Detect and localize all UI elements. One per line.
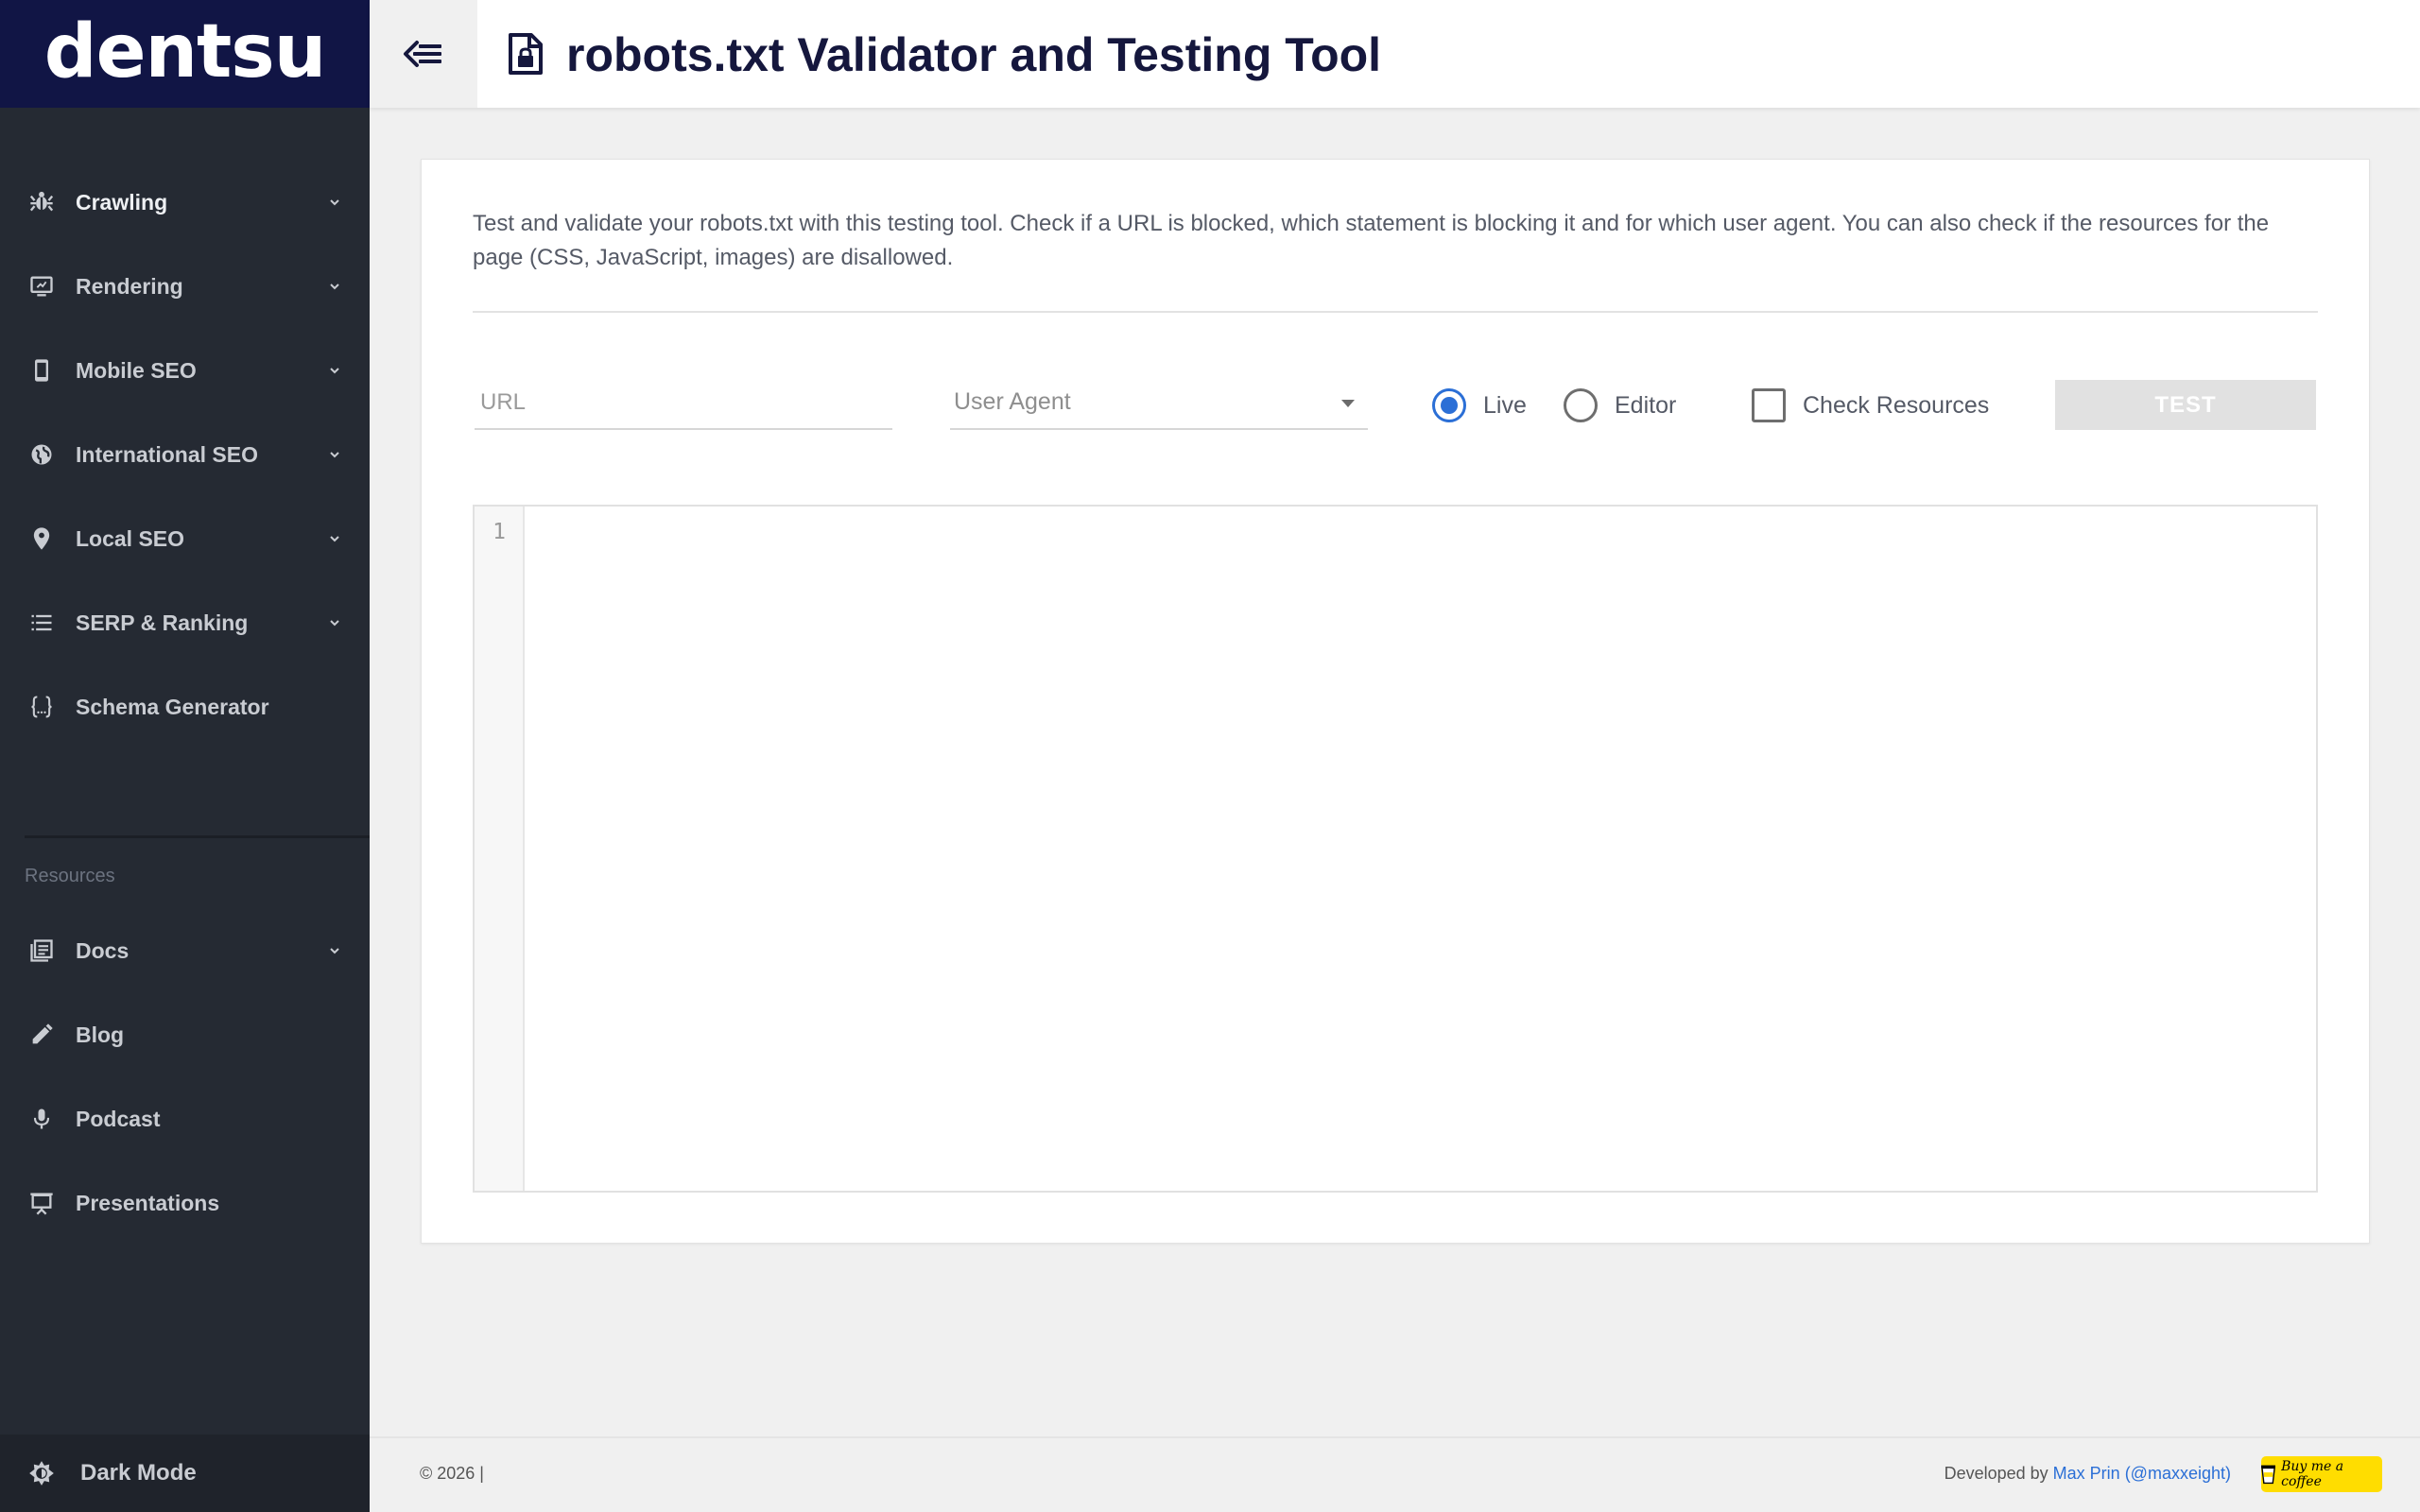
logo-text: dentsu xyxy=(43,9,327,94)
intro-text: Test and validate your robots.txt with t… xyxy=(473,211,2270,270)
caret-down-icon xyxy=(1341,400,1355,407)
sidebar-item-presentations[interactable]: Presentations xyxy=(0,1165,370,1241)
sidebar-item-podcast[interactable]: Podcast xyxy=(0,1081,370,1157)
chevron-down-icon xyxy=(330,536,339,542)
sidebar-item-label: Docs xyxy=(76,937,130,963)
docs-icon xyxy=(27,936,56,965)
phone-icon xyxy=(27,356,56,385)
list-icon xyxy=(27,609,56,637)
braces-icon xyxy=(27,693,56,721)
url-field[interactable] xyxy=(475,377,892,430)
sidebar-item-blog[interactable]: Blog xyxy=(0,997,370,1073)
dark-mode-toggle[interactable]: Dark Mode xyxy=(0,1435,370,1512)
radio-checked-icon xyxy=(1432,388,1466,422)
map-pin-icon xyxy=(27,524,56,553)
user-agent-placeholder: User Agent xyxy=(954,388,1071,415)
collapse-sidebar-button[interactable] xyxy=(370,0,477,108)
sidebar-item-label: Schema Generator xyxy=(76,694,269,719)
developer-credit: Developed by Max Prin (@maxxeight) xyxy=(1945,1464,2231,1484)
copyright-text: © 2026 | xyxy=(420,1464,484,1483)
chevron-down-icon xyxy=(330,368,339,374)
sidebar-item-label: Local SEO xyxy=(76,525,185,551)
sidebar-item-local-seo[interactable]: Local SEO xyxy=(0,501,370,576)
coffee-label: Buy me a coffee xyxy=(2281,1459,2344,1489)
dark-mode-label: Dark Mode xyxy=(80,1460,197,1486)
sidebar-item-rendering[interactable]: Rendering xyxy=(0,249,370,324)
url-input[interactable] xyxy=(475,377,892,428)
logo[interactable]: dentsu xyxy=(0,0,370,108)
line-number: 1 xyxy=(493,520,506,544)
sidebar-divider xyxy=(25,835,370,838)
checkbox-unchecked-icon xyxy=(1752,388,1786,422)
sidebar-item-label: Podcast xyxy=(76,1106,161,1131)
radio-unchecked-icon xyxy=(1564,388,1598,422)
mode-live-radio[interactable]: Live xyxy=(1432,387,1527,424)
globe-icon xyxy=(27,440,56,469)
sidebar-item-mobile-seo[interactable]: Mobile SEO xyxy=(0,333,370,408)
sidebar-section-title: Resources xyxy=(25,866,115,886)
check-resources-checkbox[interactable]: Check Resources xyxy=(1752,387,1989,424)
sidebar-item-serp-ranking[interactable]: SERP & Ranking xyxy=(0,585,370,661)
chevron-down-icon xyxy=(330,452,339,458)
microphone-icon xyxy=(27,1105,56,1133)
sidebar-item-label: Mobile SEO xyxy=(76,357,197,383)
header: robots.txt Validator and Testing Tool xyxy=(370,0,2420,108)
sidebar-item-label: International SEO xyxy=(76,441,258,467)
buy-me-a-coffee-button[interactable]: Buy me a coffee xyxy=(2261,1456,2382,1492)
sidebar-item-crawling[interactable]: Crawling xyxy=(0,164,370,240)
chevron-down-icon xyxy=(330,620,339,627)
chevron-down-icon xyxy=(330,199,339,206)
sidebar-item-label: Blog xyxy=(76,1022,125,1047)
editor-code-area[interactable] xyxy=(527,507,2316,1191)
sidebar-item-docs[interactable]: Docs xyxy=(0,913,370,988)
developed-by-text: Developed by xyxy=(1944,1464,2048,1483)
mode-editor-label: Editor xyxy=(1615,391,1677,419)
user-agent-select[interactable]: User Agent xyxy=(950,377,1368,430)
sidebar: dentsu Crawling Rendering Mobile SEO Int… xyxy=(0,0,370,1512)
sidebar-item-label: Rendering xyxy=(76,273,183,299)
coffee-cup-icon xyxy=(2261,1465,2276,1485)
editor-gutter: 1 xyxy=(475,507,525,1191)
sidebar-item-label: Presentations xyxy=(76,1190,220,1215)
file-lock-icon xyxy=(509,33,543,75)
arrow-collapse-icon xyxy=(404,41,441,67)
page-title: robots.txt Validator and Testing Tool xyxy=(566,28,1382,81)
chevron-down-icon xyxy=(330,948,339,954)
sidebar-item-label: Crawling xyxy=(76,189,168,215)
footer: © 2026 | Developed by Max Prin (@maxxeig… xyxy=(370,1436,2420,1512)
sidebar-item-label: SERP & Ranking xyxy=(76,610,249,635)
mode-live-label: Live xyxy=(1483,391,1527,419)
robots-editor[interactable]: 1 xyxy=(473,505,2318,1193)
developer-link[interactable]: Max Prin (@maxxeight) xyxy=(2053,1464,2231,1483)
mode-editor-radio[interactable]: Editor xyxy=(1564,387,1676,424)
pencil-icon xyxy=(27,1021,56,1049)
test-button[interactable]: TEST xyxy=(2055,380,2316,430)
card-divider xyxy=(473,311,2318,313)
brightness-icon xyxy=(27,1459,56,1487)
sidebar-item-schema-generator[interactable]: Schema Generator xyxy=(0,669,370,745)
check-resources-label: Check Resources xyxy=(1803,391,1990,419)
tool-card: Test and validate your robots.txt with t… xyxy=(421,159,2370,1244)
sidebar-item-international-seo[interactable]: International SEO xyxy=(0,417,370,492)
bug-icon xyxy=(27,188,56,216)
chevron-down-icon xyxy=(330,284,339,290)
presentation-icon xyxy=(27,1189,56,1217)
monitor-icon xyxy=(27,272,56,301)
